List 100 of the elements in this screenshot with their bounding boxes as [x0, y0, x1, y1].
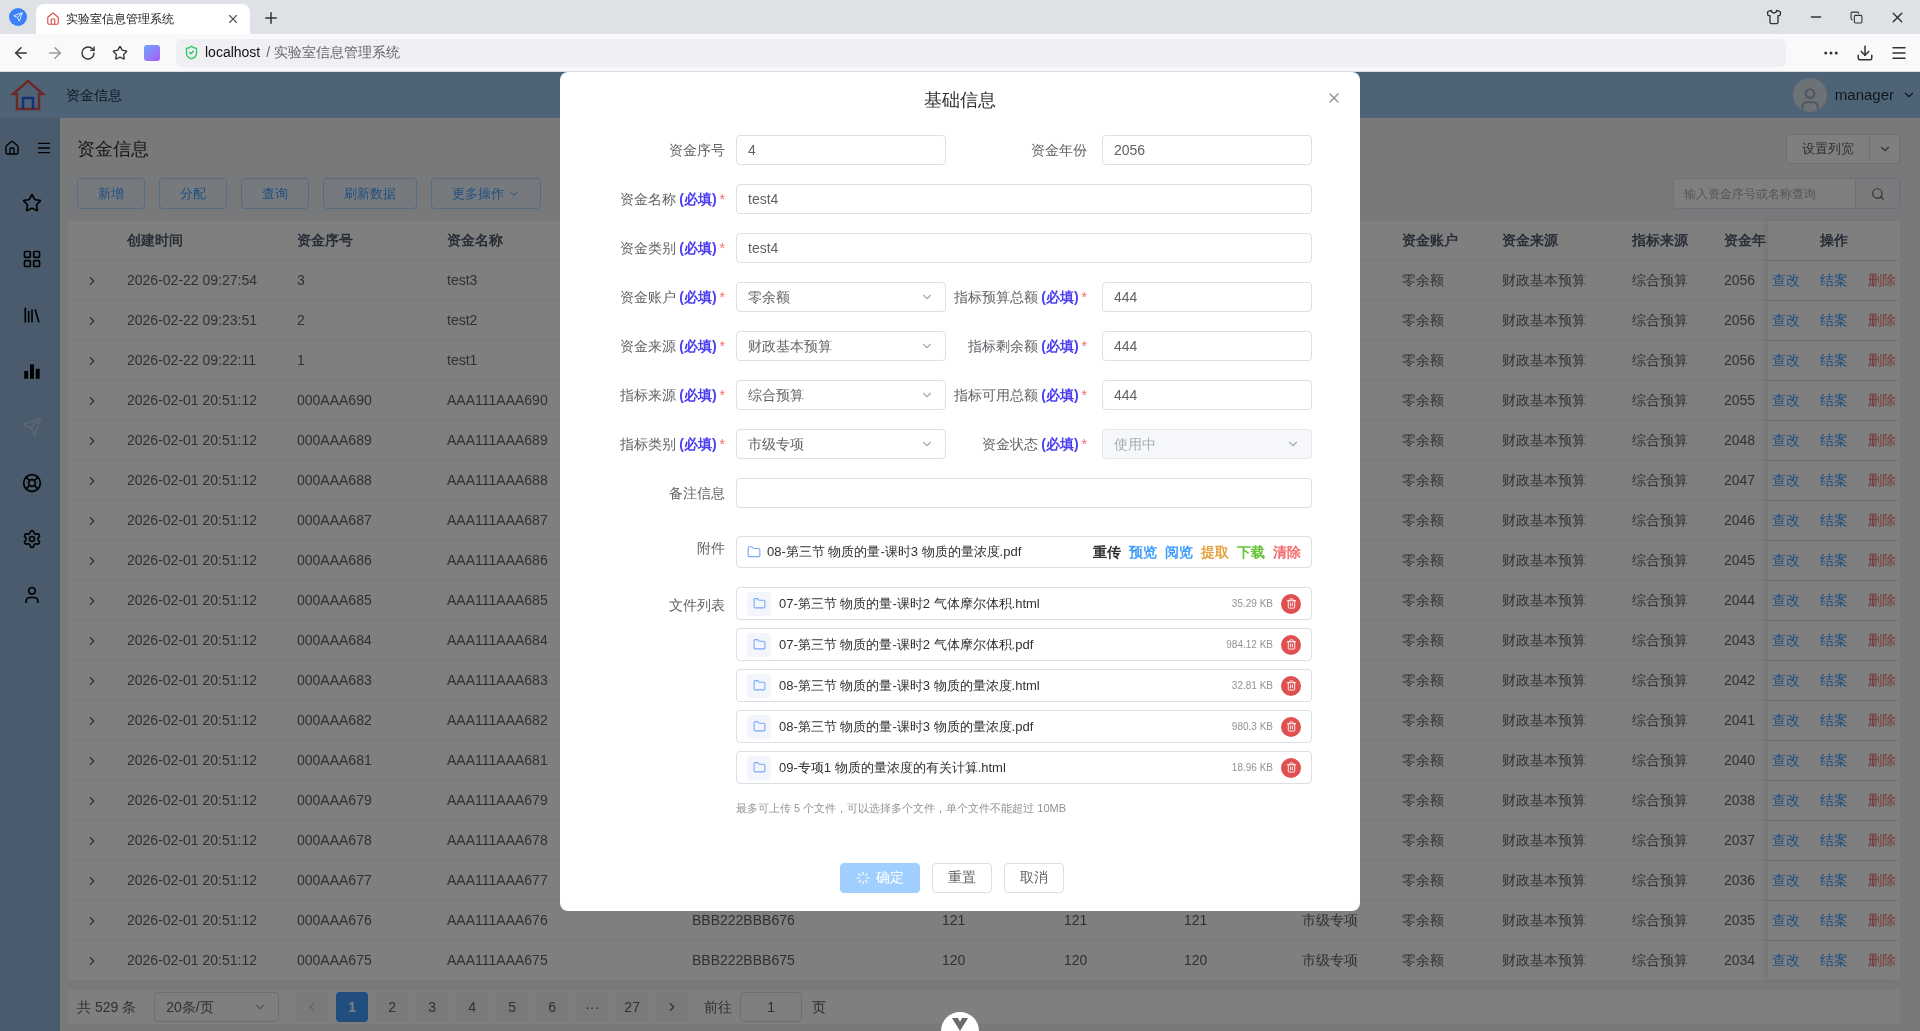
- toolbar-button[interactable]: 查询: [241, 178, 309, 209]
- row-action-link[interactable]: 结案: [1820, 590, 1848, 611]
- row-action-link[interactable]: 查改: [1772, 270, 1800, 291]
- row-action-link[interactable]: 删除: [1868, 590, 1896, 611]
- row-action-link[interactable]: 删除: [1868, 510, 1896, 531]
- row-action-link[interactable]: 结案: [1820, 390, 1848, 411]
- attachment-action[interactable]: 重传: [1091, 540, 1123, 564]
- lifebuoy-icon[interactable]: [22, 473, 42, 493]
- page-button[interactable]: 27: [616, 992, 649, 1022]
- row-action-link[interactable]: 结案: [1820, 710, 1848, 731]
- page-button[interactable]: 6: [536, 992, 569, 1022]
- dialog-button[interactable]: 取消: [1004, 862, 1064, 893]
- delete-button[interactable]: [1281, 675, 1301, 696]
- delete-button[interactable]: [1281, 593, 1301, 614]
- row-action-link[interactable]: 查改: [1772, 510, 1800, 531]
- row-action-link[interactable]: 查改: [1772, 670, 1800, 691]
- browser-tab[interactable]: 实验室信息管理系统: [36, 4, 250, 34]
- row-action-link[interactable]: 查改: [1772, 910, 1800, 931]
- row-action-link[interactable]: 删除: [1868, 470, 1896, 491]
- ai-icon[interactable]: [144, 44, 160, 61]
- row-action-link[interactable]: 删除: [1868, 350, 1896, 371]
- row-action-link[interactable]: 结案: [1820, 790, 1848, 811]
- toolbar-button[interactable]: 刷新数据: [323, 178, 417, 209]
- row-action-link[interactable]: 结案: [1820, 750, 1848, 771]
- row-action-link[interactable]: 结案: [1820, 270, 1848, 291]
- input-field[interactable]: 444: [1102, 380, 1312, 410]
- row-action-link[interactable]: 查改: [1772, 590, 1800, 611]
- select-field[interactable]: 市级专项: [736, 429, 946, 459]
- row-action-link[interactable]: 结案: [1820, 430, 1848, 451]
- attachment-action[interactable]: 下载: [1235, 540, 1267, 564]
- grid-icon[interactable]: [22, 249, 42, 269]
- page-button[interactable]: ···: [576, 992, 609, 1022]
- shirt-icon[interactable]: [1766, 9, 1782, 25]
- row-action-link[interactable]: 删除: [1868, 790, 1896, 811]
- goto-field[interactable]: 1: [740, 992, 803, 1022]
- restore-icon[interactable]: [1850, 10, 1863, 24]
- row-action-link[interactable]: 查改: [1772, 750, 1800, 771]
- toolbar-button[interactable]: 更多操作: [431, 178, 541, 209]
- delete-button[interactable]: [1281, 716, 1301, 737]
- row-action-link[interactable]: 结案: [1820, 350, 1848, 371]
- row-action-link[interactable]: 查改: [1772, 870, 1800, 891]
- star-icon[interactable]: [112, 44, 128, 61]
- attachment-action[interactable]: 清除: [1271, 540, 1303, 564]
- input-field[interactable]: test4: [736, 233, 1312, 263]
- select-field[interactable]: 零余额: [736, 282, 946, 312]
- dialog-button[interactable]: 重置: [932, 862, 992, 893]
- row-action-link[interactable]: 查改: [1772, 470, 1800, 491]
- row-action-link[interactable]: 查改: [1772, 710, 1800, 731]
- row-action-link[interactable]: 查改: [1772, 950, 1800, 971]
- toolbar-button[interactable]: 分配: [159, 178, 227, 209]
- close-icon[interactable]: [226, 12, 240, 26]
- row-action-link[interactable]: 查改: [1772, 790, 1800, 811]
- row-action-link[interactable]: 查改: [1772, 550, 1800, 571]
- input-field[interactable]: [736, 478, 1312, 508]
- user-icon[interactable]: [22, 585, 42, 605]
- attachment-action[interactable]: 提取: [1199, 540, 1231, 564]
- attachment-action[interactable]: 预览: [1127, 540, 1159, 564]
- row-action-link[interactable]: 查改: [1772, 430, 1800, 451]
- row-action-link[interactable]: 结案: [1820, 830, 1848, 851]
- row-action-link[interactable]: 结案: [1820, 910, 1848, 931]
- page-button[interactable]: 3: [416, 992, 449, 1022]
- row-action-link[interactable]: 查改: [1772, 390, 1800, 411]
- input-field[interactable]: 4: [736, 135, 946, 165]
- row-action-link[interactable]: 查改: [1772, 350, 1800, 371]
- row-action-link[interactable]: 结案: [1820, 510, 1848, 531]
- row-action-link[interactable]: 结案: [1820, 470, 1848, 491]
- row-action-link[interactable]: 删除: [1868, 270, 1896, 291]
- download-icon[interactable]: [1856, 43, 1874, 62]
- select-field[interactable]: 财政基本预算: [736, 331, 946, 361]
- input-field[interactable]: test4: [736, 184, 1312, 214]
- page-button[interactable]: 2: [376, 992, 409, 1022]
- page-button[interactable]: 4: [456, 992, 489, 1022]
- row-action-link[interactable]: 结案: [1820, 550, 1848, 571]
- row-action-link[interactable]: 查改: [1772, 310, 1800, 331]
- input-field[interactable]: 2056: [1102, 135, 1312, 165]
- row-action-link[interactable]: 删除: [1868, 950, 1896, 971]
- row-action-link[interactable]: 查改: [1772, 830, 1800, 851]
- row-action-link[interactable]: 删除: [1868, 830, 1896, 851]
- user-name[interactable]: manager: [1834, 83, 1894, 107]
- row-action-link[interactable]: 删除: [1868, 710, 1896, 731]
- address-bar[interactable]: localhost / 实验室信息管理系统: [176, 38, 1786, 67]
- row-action-link[interactable]: 结案: [1820, 870, 1848, 891]
- new-tab-icon[interactable]: [262, 9, 280, 27]
- input-field[interactable]: 444: [1102, 282, 1312, 312]
- row-action-link[interactable]: 删除: [1868, 310, 1896, 331]
- row-action-link[interactable]: 结案: [1820, 670, 1848, 691]
- row-action-link[interactable]: 查改: [1772, 630, 1800, 651]
- row-action-link[interactable]: 删除: [1868, 910, 1896, 931]
- delete-button[interactable]: [1281, 757, 1301, 778]
- star-icon[interactable]: [22, 193, 42, 213]
- row-action-link[interactable]: 删除: [1868, 550, 1896, 571]
- page-button[interactable]: 1: [336, 992, 369, 1022]
- column-width-button[interactable]: 设置列宽: [1786, 134, 1870, 164]
- home-icon[interactable]: [4, 140, 20, 156]
- row-action-link[interactable]: 删除: [1868, 630, 1896, 651]
- delete-button[interactable]: [1281, 634, 1301, 655]
- attachment-action[interactable]: 阅览: [1163, 540, 1195, 564]
- row-action-link[interactable]: 删除: [1868, 390, 1896, 411]
- bar-chart-icon[interactable]: [22, 361, 42, 381]
- row-action-link[interactable]: 删除: [1868, 870, 1896, 891]
